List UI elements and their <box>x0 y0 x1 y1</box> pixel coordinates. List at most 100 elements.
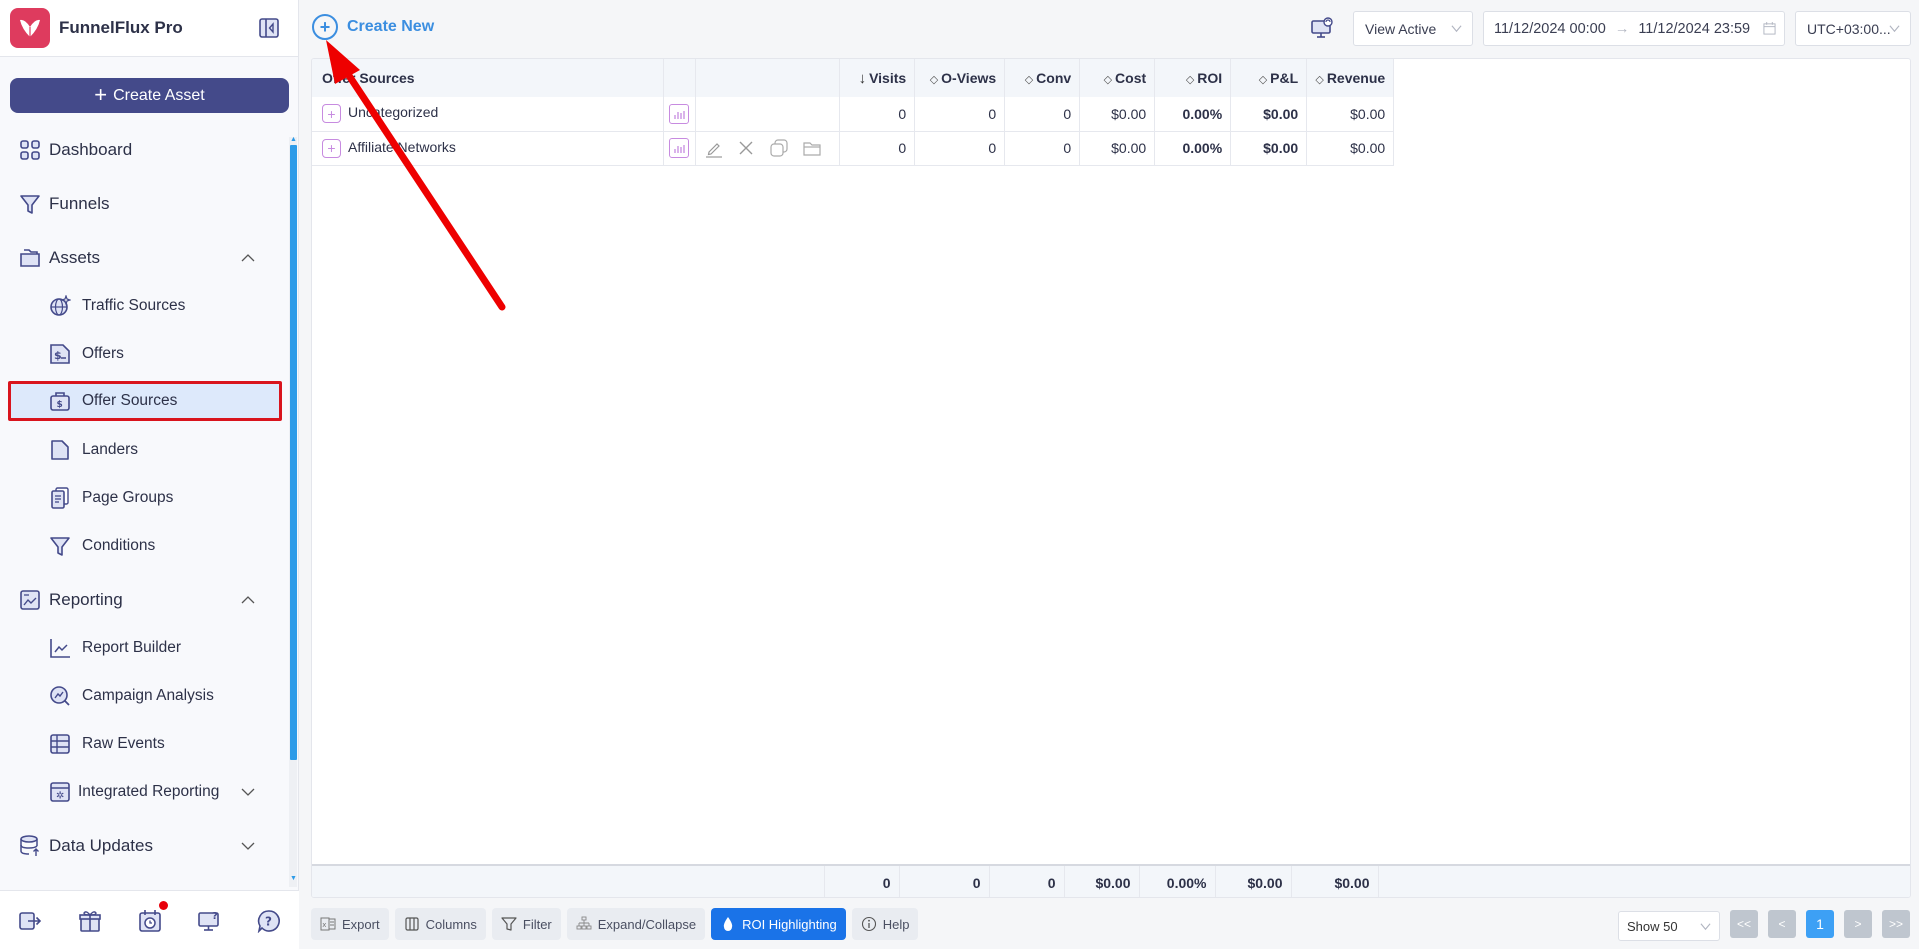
roi-highlighting-button[interactable]: ROI Highlighting <box>711 908 846 940</box>
chevron-down-icon <box>1889 25 1900 33</box>
create-new-label: Create New <box>347 18 435 35</box>
gift-icon[interactable] <box>78 909 102 933</box>
sidebar-item-dashboard[interactable]: Dashboard <box>0 130 282 170</box>
view-filter-select[interactable]: View Active <box>1353 11 1473 46</box>
visits-cell: 0 <box>839 131 916 166</box>
folder-icon <box>18 246 42 270</box>
sidebar-item-offer-sources[interactable]: $ Offer Sources <box>8 381 282 421</box>
sidebar-item-assets[interactable]: Assets <box>0 238 282 278</box>
help-button[interactable]: Help <box>851 908 919 940</box>
monitor-refresh-icon[interactable] <box>1310 16 1334 40</box>
total-conv: 0 <box>989 866 1065 897</box>
expand-collapse-button[interactable]: Expand/Collapse <box>566 908 706 940</box>
sidebar-item-label: Conditions <box>82 537 156 554</box>
droplet-icon <box>723 917 733 931</box>
column-header-pl[interactable]: ◇ P&L <box>1230 59 1308 97</box>
data-table: Offer Sources ↓ Visits ◇ O-Views ◇ Conv ◇ Co… <box>312 59 1395 166</box>
table-row[interactable]: + Affiliate Networks 0 0 0 $0.00 0.00% $0… <box>312 131 1395 166</box>
column-header-revenue[interactable]: ◇ Revenue <box>1306 59 1395 97</box>
calendar-clock-icon[interactable] <box>138 909 162 933</box>
total-visits: 0 <box>824 866 900 897</box>
table-header-row: Offer Sources ↓ Visits ◇ O-Views ◇ Conv ◇ Co… <box>312 59 1395 97</box>
column-header-conv[interactable]: ◇ Conv <box>1004 59 1081 97</box>
total-cost: $0.00 <box>1064 866 1140 897</box>
sort-icon: ◇ <box>1103 74 1113 86</box>
funnelflux-logo-icon <box>20 19 40 37</box>
sidebar-item-label: Landers <box>82 441 139 458</box>
dollar-document-icon: $ <box>49 343 71 365</box>
line-chart-icon <box>49 637 71 659</box>
bar-chart-icon[interactable] <box>669 138 689 158</box>
filter-button[interactable]: Filter <box>491 908 561 940</box>
pages-stack-icon <box>49 487 71 509</box>
sidebar-item-label: Campaign Analysis <box>82 687 214 704</box>
sidebar-item-landers[interactable]: Landers <box>0 430 282 470</box>
sidebar-item-funnels[interactable]: Funnels <box>0 184 282 224</box>
search-chart-icon <box>49 685 71 707</box>
sidebar-item-traffic-sources[interactable]: Traffic Sources <box>0 286 282 326</box>
column-header-o-views[interactable]: ◇ O-Views <box>914 59 1006 97</box>
folder-move-icon[interactable] <box>802 138 822 158</box>
bottom-toolbar: x Export Columns Filter Expand/Collapse … <box>311 908 919 940</box>
delete-x-icon[interactable] <box>736 138 756 158</box>
sidebar-item-label: Dashboard <box>49 140 133 159</box>
logout-icon[interactable] <box>18 909 42 933</box>
expand-row-icon[interactable]: + <box>322 104 341 124</box>
filter-icon <box>501 917 517 931</box>
table-row[interactable]: + Uncategorized 0 0 0 $0.00 0.00% $0.00 $… <box>312 97 1395 132</box>
last-page-button[interactable]: >> <box>1882 910 1910 938</box>
info-icon <box>861 916 876 932</box>
svg-text:?: ? <box>212 911 218 922</box>
next-page-button[interactable]: > <box>1844 910 1872 938</box>
sort-icon: ◇ <box>1024 74 1034 86</box>
timezone-value: UTC+03:00... <box>1807 20 1891 37</box>
total-roi: 0.00% <box>1139 866 1216 897</box>
roi-cell: 0.00% <box>1154 97 1232 132</box>
prev-page-button[interactable]: < <box>1768 910 1796 938</box>
svg-text:$: $ <box>57 400 63 410</box>
brand-logo[interactable] <box>10 8 50 48</box>
page-size-select[interactable]: Show 50 <box>1618 911 1720 941</box>
first-page-button[interactable]: << <box>1730 910 1758 938</box>
sidebar-item-data-updates[interactable]: Data Updates <box>0 826 282 866</box>
bar-chart-icon[interactable] <box>669 103 689 124</box>
table-icon <box>49 733 71 755</box>
roi-cell: 0.00% <box>1154 131 1232 166</box>
collapse-sidebar-button[interactable] <box>258 17 280 39</box>
duplicate-icon[interactable] <box>769 138 789 158</box>
sidebar-item-campaign-analysis[interactable]: Campaign Analysis <box>0 676 282 716</box>
sidebar-item-offers[interactable]: $ Offers <box>0 334 282 374</box>
sidebar-item-label: Raw Events <box>82 735 165 752</box>
monitor-help-icon[interactable]: ? <box>197 909 221 933</box>
sidebar-scrollbar-thumb[interactable] <box>290 145 297 760</box>
sidebar-item-integrated-reporting[interactable]: ✲ Integrated Reporting <box>0 772 282 812</box>
date-range-arrow: → <box>1614 20 1630 37</box>
sidebar-item-conditions[interactable]: Conditions <box>0 526 282 566</box>
chevron-up-icon <box>241 254 255 262</box>
sidebar-item-reporting[interactable]: Reporting <box>0 580 282 620</box>
sidebar-collapse-icon <box>259 18 279 38</box>
edit-pencil-icon[interactable] <box>704 138 724 158</box>
columns-button[interactable]: Columns <box>394 908 486 940</box>
scroll-down-arrow-icon[interactable]: ▼ <box>290 875 297 882</box>
column-header-roi[interactable]: ◇ ROI <box>1154 59 1232 97</box>
current-page-button[interactable]: 1 <box>1806 910 1834 938</box>
column-header-offer-sources[interactable]: Offer Sources <box>312 59 664 97</box>
sort-icon: ◇ <box>929 74 939 86</box>
create-asset-button[interactable]: + Create Asset <box>10 78 289 113</box>
sidebar-item-label: Report Builder <box>82 639 182 656</box>
gear-window-icon: ✲ <box>49 781 71 803</box>
sidebar-item-report-builder[interactable]: Report Builder <box>0 628 282 668</box>
help-bubble-icon[interactable]: ? <box>257 909 281 933</box>
sidebar-item-raw-events[interactable]: Raw Events <box>0 724 282 764</box>
expand-row-icon[interactable]: + <box>322 138 341 158</box>
column-header-cost[interactable]: ◇ Cost <box>1079 59 1156 97</box>
create-new-button[interactable]: + Create New <box>312 14 434 40</box>
sidebar-item-page-groups[interactable]: Page Groups <box>0 478 282 518</box>
date-range-picker[interactable]: 11/12/2024 00:00 → 11/12/2024 23:59 <box>1483 11 1785 46</box>
scroll-up-arrow-icon[interactable]: ▲ <box>290 136 297 143</box>
column-header-visits[interactable]: ↓ Visits <box>839 59 916 97</box>
date-to: 11/12/2024 23:59 <box>1638 20 1751 37</box>
timezone-select[interactable]: UTC+03:00... <box>1795 11 1911 46</box>
export-button[interactable]: x Export <box>311 908 389 940</box>
